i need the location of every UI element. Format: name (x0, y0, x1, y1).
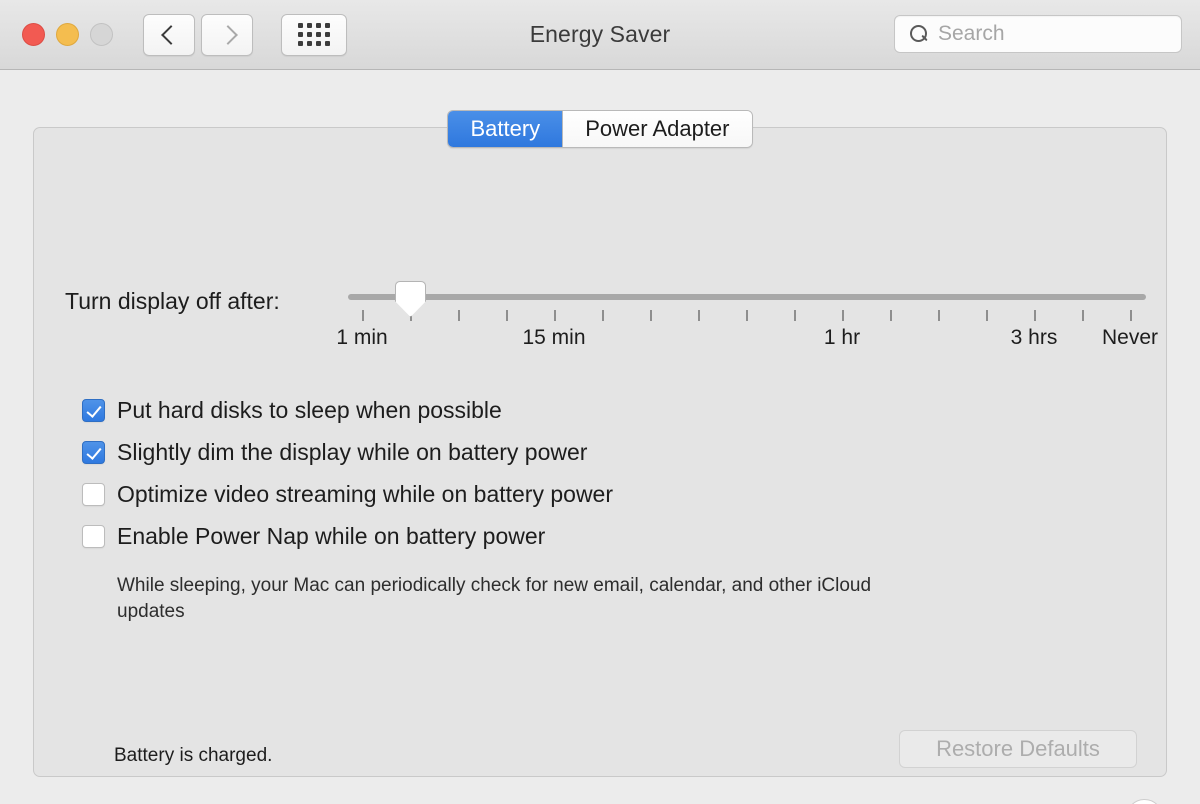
restore-defaults-button[interactable]: Restore Defaults (899, 730, 1137, 768)
checkbox-hard-disk-sleep[interactable] (82, 399, 105, 422)
search-icon (910, 24, 929, 44)
chevron-left-icon (163, 25, 175, 45)
search-field[interactable] (894, 15, 1182, 53)
slider-tick (650, 310, 652, 321)
battery-options-list: Put hard disks to sleep when possible Sl… (82, 393, 871, 622)
slider-tick (506, 310, 508, 321)
option-label: Enable Power Nap while on battery power (117, 523, 546, 549)
slider-tick (698, 310, 700, 321)
zoom-window-button[interactable] (90, 23, 113, 46)
slider-tick (842, 310, 844, 321)
tab-bar: Battery Power Adapter (0, 110, 1200, 148)
slider-track[interactable] (348, 294, 1146, 300)
slider-scale-label: 1 hr (823, 326, 861, 349)
close-window-button[interactable] (22, 23, 45, 46)
grid-icon (298, 23, 330, 46)
settings-panel: Turn display off after: 1 min 15 min 1 hr 3… (33, 127, 1167, 777)
slider-tick (1130, 310, 1132, 321)
slider-scale-label: 1 min (336, 326, 388, 349)
slider-scale-label: Never (1101, 326, 1159, 349)
checkbox-dim-display[interactable] (82, 441, 105, 464)
slider-ticks (348, 310, 1146, 322)
checkbox-optimize-video[interactable] (82, 483, 105, 506)
slider-tick (1082, 310, 1084, 321)
slider-scale-label: 3 hrs (1010, 326, 1058, 349)
search-input[interactable] (938, 22, 1171, 46)
chevron-right-icon (221, 25, 233, 45)
slider-tick (602, 310, 604, 321)
option-label: Optimize video streaming while on batter… (117, 481, 614, 507)
slider-tick (938, 310, 940, 321)
slider-tick (986, 310, 988, 321)
slider-tick (554, 310, 556, 321)
bottom-bar: Show battery status in menu bar Battery … (0, 788, 1200, 804)
option-label: Slightly dim the display while on batter… (117, 439, 588, 465)
toolbar-navigation (143, 13, 347, 56)
slider-tick (746, 310, 748, 321)
option-label: Put hard disks to sleep when possible (117, 397, 502, 423)
forward-button[interactable] (201, 13, 253, 56)
minimize-window-button[interactable] (56, 23, 79, 46)
slider-tick (1034, 310, 1036, 321)
slider-tick (458, 310, 460, 321)
slider-scale-label: 15 min (522, 326, 586, 349)
tab-battery[interactable]: Battery (448, 111, 563, 147)
energy-saver-window: Energy Saver Battery Power Adapter Turn … (0, 0, 1200, 804)
power-nap-description: While sleeping, your Mac can periodicall… (117, 575, 872, 622)
option-optimize-video[interactable]: Optimize video streaming while on batter… (82, 477, 613, 511)
battery-status-text: Battery is charged. (114, 745, 273, 766)
tab-power-adapter[interactable]: Power Adapter (562, 111, 752, 147)
slider-tick (890, 310, 892, 321)
preference-body: Battery Power Adapter Turn display off a… (0, 70, 1200, 804)
show-all-button[interactable] (281, 13, 347, 56)
slider-tick (362, 310, 364, 321)
option-hard-disk-sleep[interactable]: Put hard disks to sleep when possible (82, 393, 613, 427)
tab-group: Battery Power Adapter (447, 110, 753, 148)
option-power-nap[interactable]: Enable Power Nap while on battery power (82, 519, 613, 553)
back-button[interactable] (143, 13, 195, 56)
display-sleep-label: Turn display off after: (65, 288, 280, 314)
slider-scale-labels: 1 min 15 min 1 hr 3 hrs Never (336, 326, 1158, 354)
checkbox-power-nap[interactable] (82, 525, 105, 548)
slider-tick (794, 310, 796, 321)
traffic-lights (22, 23, 113, 46)
window-titlebar: Energy Saver (0, 0, 1200, 70)
help-button[interactable]: ? (1126, 799, 1163, 804)
display-sleep-slider[interactable]: 1 min 15 min 1 hr 3 hrs Never (336, 258, 1158, 354)
option-dim-display[interactable]: Slightly dim the display while on batter… (82, 435, 613, 469)
